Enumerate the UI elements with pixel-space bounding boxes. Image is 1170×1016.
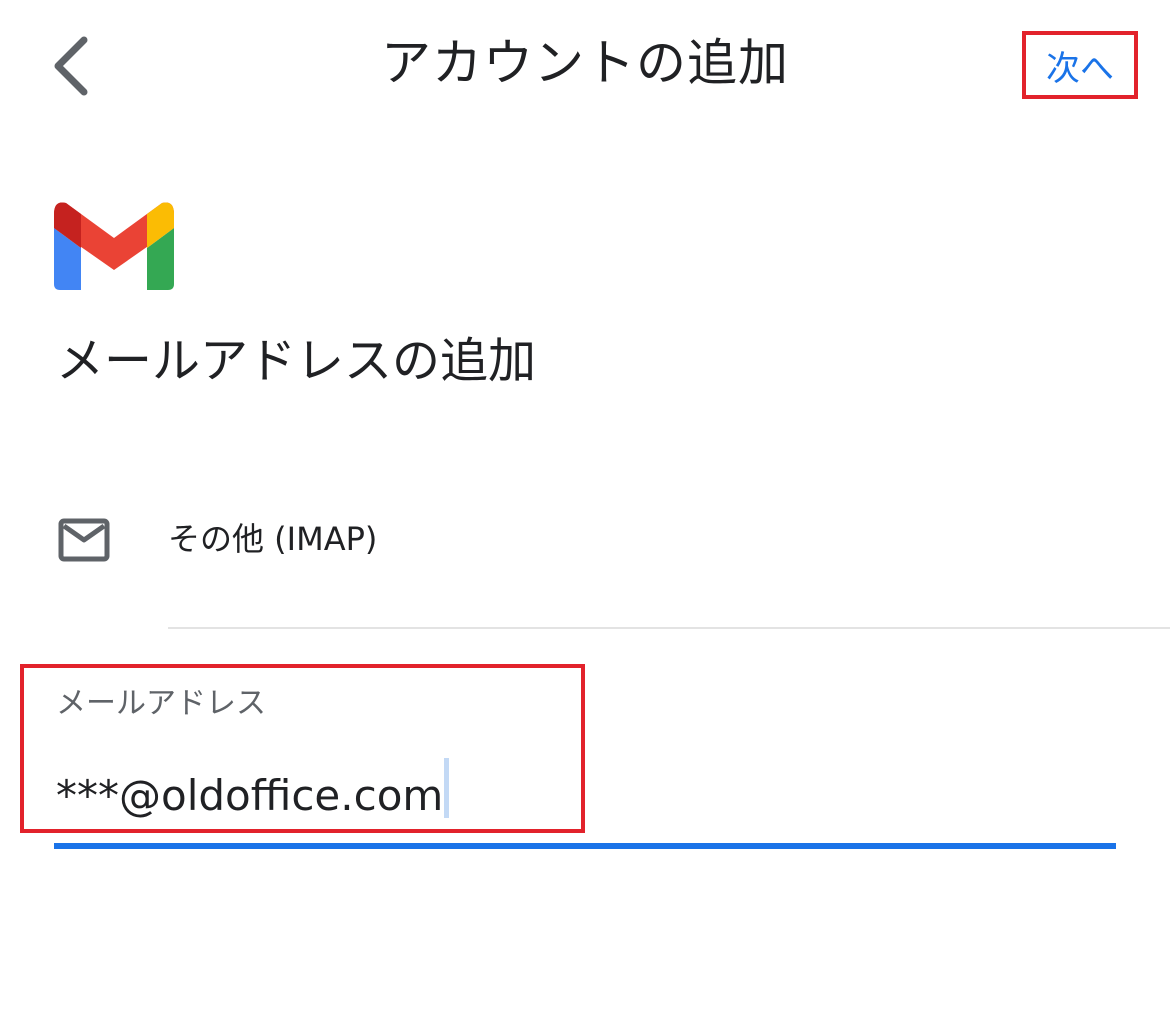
email-field[interactable]: メールアドレス ***@oldoffice.com <box>20 664 585 833</box>
provider-label: その他 (IMAP) <box>168 520 378 558</box>
text-caret <box>444 758 450 818</box>
divider <box>168 627 1170 629</box>
mail-icon <box>58 518 110 562</box>
email-field-underline <box>54 843 1116 849</box>
provider-item-imap[interactable]: その他 (IMAP) <box>0 480 1170 600</box>
email-value: ***@oldoffice.com <box>56 771 444 820</box>
next-button[interactable]: 次へ <box>1022 31 1138 99</box>
email-input[interactable]: ***@oldoffice.com <box>56 758 450 824</box>
page-title: アカウントの追加 <box>381 34 789 92</box>
add-account-screen: アカウントの追加 次へ メールアドレスの追加 その他 (IMAP) メールアドレ… <box>0 0 1170 1016</box>
email-field-label: メールアドレス <box>56 686 266 721</box>
next-button-label: 次へ <box>1046 48 1114 89</box>
gmail-logo <box>54 202 174 290</box>
section-title: メールアドレスの追加 <box>56 333 537 389</box>
